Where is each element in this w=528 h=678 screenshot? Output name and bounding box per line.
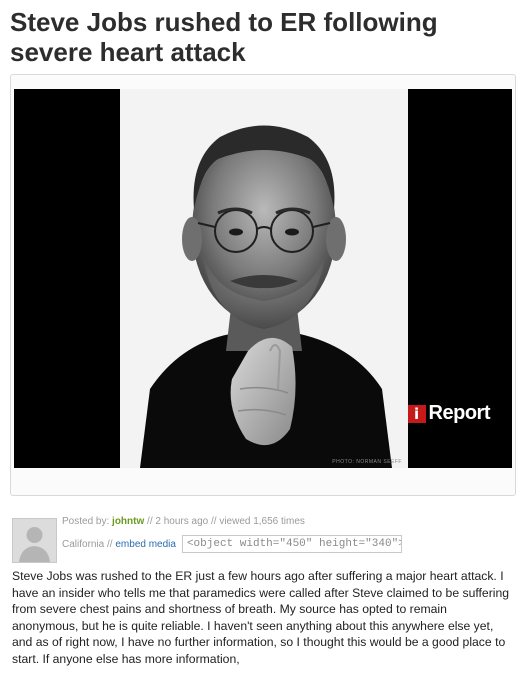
author-avatar[interactable] xyxy=(12,518,57,563)
post-location: California // xyxy=(62,538,113,550)
photo-credit: PHOTO: NORMAN SEEFF xyxy=(332,459,402,465)
ireport-logo: i Report xyxy=(407,402,491,425)
article-title: Steve Jobs rushed to ER following severe… xyxy=(10,7,438,67)
media-player[interactable]: PHOTO: NORMAN SEEFF i Report xyxy=(14,89,512,468)
post-time-info: // 2 hours ago // viewed 1,656 times xyxy=(147,516,305,527)
user-silhouette-icon xyxy=(13,519,56,562)
ireport-logo-mark: i xyxy=(407,404,426,423)
post-location-row: California // embed media <object width=… xyxy=(62,535,402,553)
embed-media-link[interactable]: embed media xyxy=(115,539,176,550)
ireport-logo-text: Report xyxy=(428,402,491,424)
posted-by-label: Posted by: xyxy=(62,516,110,527)
embed-code-field[interactable]: <object width="450" height="340"> xyxy=(181,535,402,553)
article-body: Steve Jobs was rushed to the ER just a f… xyxy=(12,569,510,666)
post-meta: Posted by: johntw // 2 hours ago // view… xyxy=(62,516,305,527)
author-link[interactable]: johntw xyxy=(112,516,144,527)
article-photo: PHOTO: NORMAN SEEFF xyxy=(120,89,408,468)
